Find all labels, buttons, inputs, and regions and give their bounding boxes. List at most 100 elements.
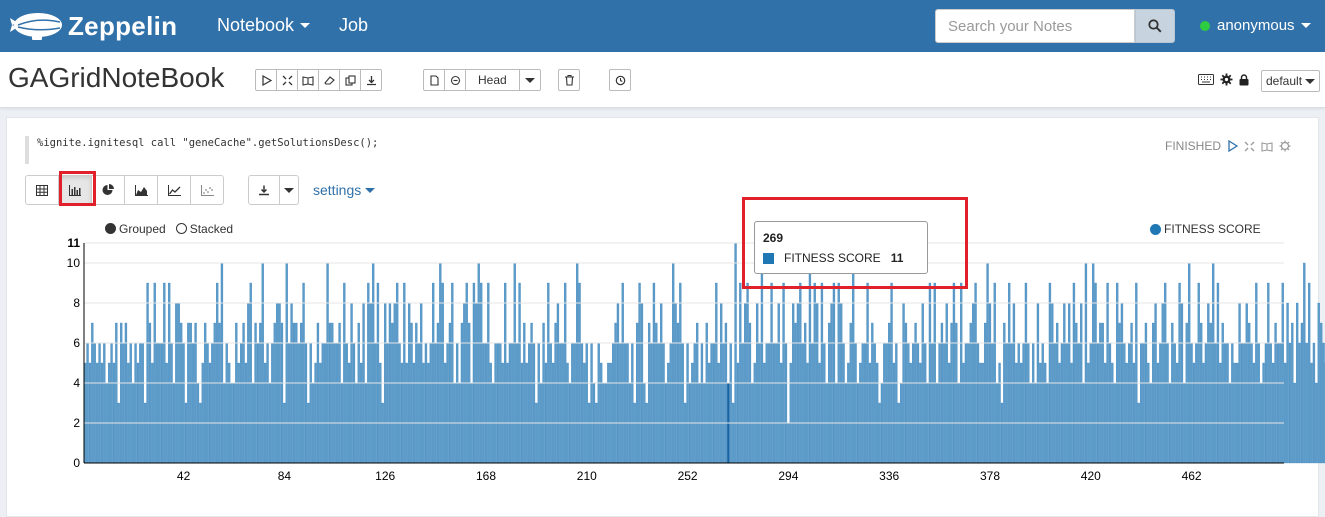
bar[interactable] xyxy=(516,343,518,463)
bar[interactable] xyxy=(732,403,734,463)
bar[interactable] xyxy=(677,323,679,463)
bar[interactable] xyxy=(192,343,194,463)
bar[interactable] xyxy=(367,283,369,463)
bar[interactable] xyxy=(1061,343,1063,463)
bar[interactable] xyxy=(583,363,585,463)
bar[interactable] xyxy=(360,363,362,463)
bar[interactable] xyxy=(531,323,533,463)
bar[interactable] xyxy=(706,323,708,463)
bar[interactable] xyxy=(447,343,449,463)
bar[interactable] xyxy=(221,263,223,463)
bar[interactable] xyxy=(811,343,813,463)
bar[interactable] xyxy=(1128,343,1130,463)
bar[interactable] xyxy=(600,363,602,463)
bar[interactable] xyxy=(898,403,900,463)
bar[interactable] xyxy=(267,343,269,463)
bar[interactable] xyxy=(1023,343,1025,463)
bar[interactable] xyxy=(1143,343,1145,463)
bar[interactable] xyxy=(624,343,626,463)
bar[interactable] xyxy=(1277,343,1279,463)
bar[interactable] xyxy=(869,363,871,463)
bar[interactable] xyxy=(847,363,849,463)
bar[interactable] xyxy=(1174,343,1176,463)
bar[interactable] xyxy=(375,343,377,463)
bar[interactable] xyxy=(171,343,173,463)
bar[interactable] xyxy=(487,283,489,463)
bar[interactable] xyxy=(1287,303,1289,463)
bar[interactable] xyxy=(159,343,161,463)
bar[interactable] xyxy=(295,323,297,463)
bar[interactable] xyxy=(1119,323,1121,463)
bar[interactable] xyxy=(207,343,209,463)
bar[interactable] xyxy=(1176,363,1178,463)
bar[interactable] xyxy=(691,363,693,463)
bar[interactable] xyxy=(327,263,329,463)
bar[interactable] xyxy=(511,343,513,463)
bar[interactable] xyxy=(795,323,797,463)
bar[interactable] xyxy=(912,343,914,463)
bar[interactable] xyxy=(876,363,878,463)
bar[interactable] xyxy=(1071,363,1073,463)
bar[interactable] xyxy=(1222,323,1224,463)
bar[interactable] xyxy=(432,283,434,463)
bar[interactable] xyxy=(787,423,789,463)
bar[interactable] xyxy=(1099,323,1101,463)
bar[interactable] xyxy=(497,343,499,463)
bar[interactable] xyxy=(612,343,614,463)
bar[interactable] xyxy=(108,363,110,463)
bar[interactable] xyxy=(535,403,537,463)
bar[interactable] xyxy=(859,363,861,463)
bar[interactable] xyxy=(939,343,941,463)
bar[interactable] xyxy=(684,403,686,463)
bar[interactable] xyxy=(1294,383,1296,463)
bar[interactable] xyxy=(1126,363,1128,463)
bar[interactable] xyxy=(358,323,360,463)
bar[interactable] xyxy=(713,343,715,463)
bar[interactable] xyxy=(547,283,549,463)
bar[interactable] xyxy=(154,283,156,463)
bar[interactable] xyxy=(1087,363,1089,463)
bar[interactable] xyxy=(499,343,501,463)
bar[interactable] xyxy=(127,363,129,463)
bar[interactable] xyxy=(567,363,569,463)
bar[interactable] xyxy=(89,363,91,463)
bar[interactable] xyxy=(514,263,516,463)
bar[interactable] xyxy=(1001,403,1003,463)
bar[interactable] xyxy=(852,263,854,463)
bar[interactable] xyxy=(317,323,319,463)
bar[interactable] xyxy=(591,343,593,463)
bar[interactable] xyxy=(655,323,657,463)
bar[interactable] xyxy=(415,323,417,463)
bar[interactable] xyxy=(951,323,953,463)
bar[interactable] xyxy=(214,323,216,463)
bar[interactable] xyxy=(773,343,775,463)
bar[interactable] xyxy=(588,403,590,463)
bar[interactable] xyxy=(123,343,125,463)
bar[interactable] xyxy=(850,323,852,463)
bar[interactable] xyxy=(1311,363,1313,463)
bar[interactable] xyxy=(574,343,576,463)
bar[interactable] xyxy=(120,323,122,463)
bar[interactable] xyxy=(226,343,228,463)
bar[interactable] xyxy=(115,323,117,463)
bar[interactable] xyxy=(924,343,926,463)
bar[interactable] xyxy=(559,343,561,463)
bar[interactable] xyxy=(1255,283,1257,463)
bar[interactable] xyxy=(994,283,996,463)
bar[interactable] xyxy=(1171,323,1173,463)
bar[interactable] xyxy=(346,343,348,463)
bar[interactable] xyxy=(1282,283,1284,463)
bar[interactable] xyxy=(300,323,302,463)
bar[interactable] xyxy=(804,323,806,463)
bar[interactable] xyxy=(502,363,504,463)
bar[interactable] xyxy=(883,343,885,463)
bar[interactable] xyxy=(1116,283,1118,463)
bar[interactable] xyxy=(1284,363,1286,463)
bar[interactable] xyxy=(1251,343,1253,463)
bar[interactable] xyxy=(545,363,547,463)
bar[interactable] xyxy=(187,323,189,463)
bar[interactable] xyxy=(202,363,204,463)
bar[interactable] xyxy=(682,343,684,463)
bar[interactable] xyxy=(622,283,624,463)
bar[interactable] xyxy=(907,343,909,463)
